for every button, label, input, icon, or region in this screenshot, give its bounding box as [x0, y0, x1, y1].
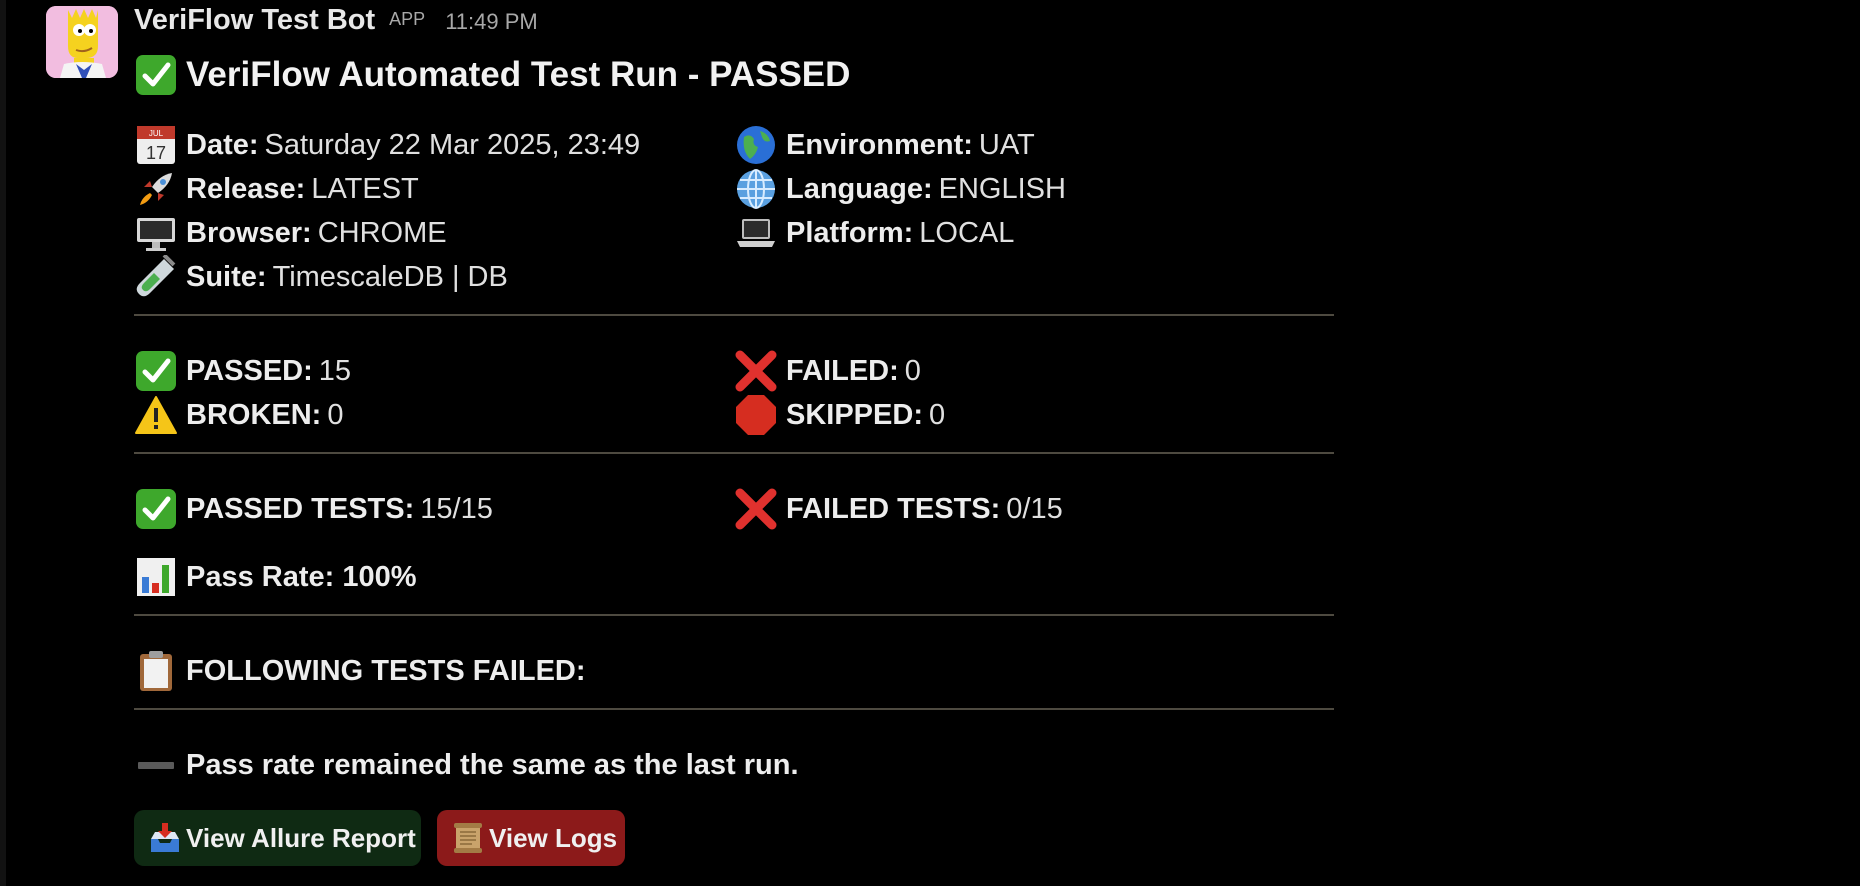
calendar-icon: JUL 17	[134, 123, 178, 167]
detail-date: JUL 17 Date: Saturday 22 Mar 2025, 23:49	[134, 123, 640, 167]
language-label: Language:	[786, 172, 933, 205]
release-value: LATEST	[311, 172, 419, 205]
divider	[134, 314, 1334, 316]
timestamp[interactable]: 11:49 PM	[445, 9, 538, 35]
stat-failed: FAILED: 0	[734, 349, 921, 393]
svg-text:JUL: JUL	[149, 129, 164, 138]
browser-label: Browser:	[186, 216, 312, 249]
platform-value: LOCAL	[919, 216, 1015, 249]
skipped-label: SKIPPED:	[786, 398, 923, 431]
bot-name[interactable]: VeriFlow Test Bot	[134, 4, 375, 37]
date-value: Saturday 22 Mar 2025, 23:49	[264, 128, 641, 161]
passed-label: PASSED:	[186, 354, 313, 387]
check-mark-icon	[134, 349, 178, 393]
trend-note: Pass rate remained the same as the last …	[134, 743, 799, 787]
total-failed-tests: FAILED TESTS: 0/15	[734, 487, 1063, 531]
detail-platform: Platform: LOCAL	[734, 211, 1014, 255]
total-passed-tests: PASSED TESTS: 15/15	[134, 487, 493, 531]
stop-sign-icon	[734, 393, 778, 437]
view-allure-report-button[interactable]: View Allure Report	[134, 810, 421, 866]
environment-label: Environment:	[786, 128, 973, 161]
page-title: VeriFlow Automated Test Run - PASSED	[186, 55, 851, 94]
message-title: VeriFlow Automated Test Run - PASSED	[134, 52, 850, 98]
stat-broken: BROKEN: 0	[134, 393, 343, 437]
bar-chart-icon	[134, 555, 178, 599]
suite-value: TimescaleDB | DB	[272, 260, 508, 293]
allure-button-label: View Allure Report	[186, 822, 416, 853]
globe-icon	[734, 123, 778, 167]
pass-rate: Pass Rate: 100%	[134, 555, 417, 599]
detail-release: Release: LATEST	[134, 167, 419, 211]
laptop-icon	[734, 211, 778, 255]
detail-browser: Browser: CHROME	[134, 211, 447, 255]
minus-icon	[134, 743, 178, 787]
test-tube-icon	[134, 255, 178, 299]
view-logs-button[interactable]: View Logs	[437, 810, 625, 866]
broken-label: BROKEN:	[186, 398, 322, 431]
language-value: ENGLISH	[938, 172, 1066, 205]
check-mark-icon	[134, 53, 178, 97]
divider	[134, 452, 1334, 454]
bot-avatar[interactable]	[46, 6, 118, 78]
message-header: VeriFlow Test Bot APP 11:49 PM	[134, 4, 538, 40]
broken-value: 0	[327, 398, 344, 431]
failed-section-label: FOLLOWING TESTS FAILED:	[186, 654, 586, 687]
failed-tests-value: 0/15	[1006, 492, 1063, 525]
cross-mark-icon	[734, 487, 778, 531]
divider	[134, 708, 1334, 710]
logs-button-label: View Logs	[489, 822, 618, 853]
detail-environment: Environment: UAT	[734, 123, 1035, 167]
cross-mark-icon	[734, 349, 778, 393]
skipped-value: 0	[928, 398, 946, 431]
stat-passed: PASSED: 15	[134, 349, 351, 393]
passed-value: 15	[318, 354, 352, 387]
date-label: Date:	[186, 128, 259, 161]
suite-label: Suite:	[186, 260, 267, 293]
clipboard-icon	[134, 649, 178, 693]
warning-icon	[134, 393, 178, 437]
desktop-computer-icon	[134, 211, 178, 255]
rocket-icon	[134, 167, 178, 211]
trend-text: Pass rate remained the same as the last …	[186, 748, 799, 781]
platform-label: Platform:	[786, 216, 914, 249]
check-mark-icon	[134, 487, 178, 531]
release-label: Release:	[186, 172, 306, 205]
detail-language: Language: ENGLISH	[734, 167, 1066, 211]
environment-value: UAT	[978, 128, 1035, 161]
stat-skipped: SKIPPED: 0	[734, 393, 945, 437]
passed-tests-value: 15/15	[420, 492, 493, 525]
browser-value: CHROME	[317, 216, 447, 249]
svg-text:17: 17	[146, 143, 166, 163]
pass-rate-label: Pass Rate: 100%	[186, 560, 417, 593]
globe-meridians-icon	[734, 167, 778, 211]
app-badge: APP	[389, 9, 426, 29]
failed-tests-section: FOLLOWING TESTS FAILED:	[134, 649, 586, 693]
failed-tests-label: FAILED TESTS:	[786, 492, 1001, 525]
left-rule	[0, 0, 6, 886]
detail-suite: Suite: TimescaleDB | DB	[134, 255, 508, 299]
divider	[134, 614, 1334, 616]
avatar-image	[46, 6, 118, 78]
failed-value: 0	[904, 354, 921, 387]
failed-label: FAILED:	[786, 354, 899, 387]
passed-tests-label: PASSED TESTS:	[186, 492, 415, 525]
scroll-icon	[451, 821, 485, 855]
inbox-tray-icon	[148, 821, 182, 855]
